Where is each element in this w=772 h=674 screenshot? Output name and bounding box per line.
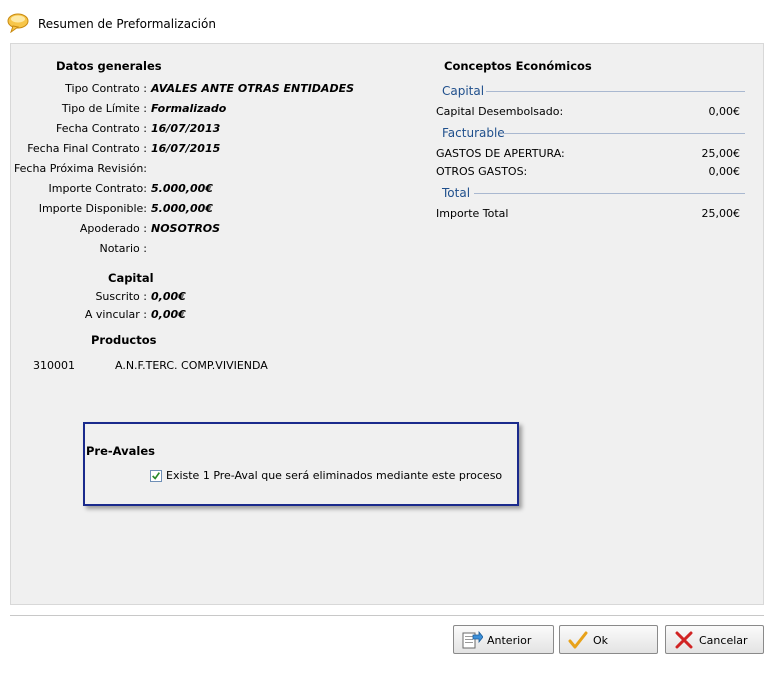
suscrito-label: Suscrito : — [95, 290, 147, 303]
ok-button-label: Ok — [593, 634, 609, 647]
checkmark-icon — [568, 631, 588, 649]
concepto-group-capital: Capital — [442, 84, 485, 98]
divider — [486, 91, 745, 92]
window-title: Resumen de Preformalización — [38, 17, 216, 31]
pre-avales-heading: Pre-Avales — [86, 444, 156, 458]
importe-total-value: 25,00€ — [701, 207, 741, 220]
notario-label: Notario : — [99, 242, 147, 255]
a-vincular-value: 0,00€ — [151, 308, 186, 321]
tipo-contrato-value: AVALES ANTE OTRAS ENTIDADES — [151, 82, 355, 95]
a-vincular-label: A vincular : — [84, 308, 147, 321]
pre-aval-checkbox-label: Existe 1 Pre-Aval que será eliminados me… — [166, 469, 503, 482]
speech-bubble-icon — [7, 13, 29, 33]
pre-avales-box — [83, 422, 519, 506]
tipo-contrato-label: Tipo Contrato : — [65, 82, 147, 95]
apoderado-label: Apoderado : — [79, 222, 147, 235]
fecha-final-label: Fecha Final Contrato : — [27, 142, 147, 155]
importe-contrato-value: 5.000,00€ — [151, 182, 213, 195]
fecha-contrato-label: Fecha Contrato : — [56, 122, 147, 135]
back-document-icon — [462, 630, 483, 649]
concepto-group-facturable: Facturable — [442, 126, 505, 140]
close-icon — [675, 631, 693, 649]
anterior-button-label: Anterior — [487, 634, 532, 647]
ok-button[interactable]: Ok — [559, 625, 658, 654]
capital-desembolsado-label: Capital Desembolsado: — [436, 105, 564, 118]
cancelar-button-label: Cancelar — [699, 634, 748, 647]
concepto-group-total: Total — [442, 186, 471, 200]
datos-generales-heading: Datos generales — [56, 59, 162, 73]
otros-gastos-value: 0,00€ — [708, 165, 741, 178]
fecha-revision-label: Fecha Próxima Revisión: — [13, 162, 147, 175]
fecha-final-value: 16/07/2015 — [151, 142, 221, 155]
capital-heading: Capital — [108, 271, 154, 285]
divider — [474, 193, 745, 194]
importe-contrato-label: Importe Contrato: — [48, 182, 147, 195]
checkmark-icon — [152, 472, 161, 480]
tipo-limite-label: Tipo de Límite : — [61, 102, 147, 115]
anterior-button[interactable]: Anterior — [453, 625, 554, 654]
pre-aval-checkbox[interactable] — [150, 470, 162, 482]
producto-name: A.N.F.TERC. COMP.VIVIENDA — [115, 359, 268, 372]
conceptos-heading: Conceptos Económicos — [444, 59, 592, 73]
importe-total-label: Importe Total — [436, 207, 509, 220]
gastos-apertura-value: 25,00€ — [701, 147, 741, 160]
gastos-apertura-label: GASTOS DE APERTURA: — [436, 147, 565, 160]
divider — [10, 615, 764, 616]
otros-gastos-label: OTROS GASTOS: — [436, 165, 528, 178]
cancelar-button[interactable]: Cancelar — [665, 625, 764, 654]
productos-heading: Productos — [91, 333, 157, 347]
divider — [502, 133, 745, 134]
importe-disponible-label: Importe Disponible: — [38, 202, 147, 215]
importe-disponible-value: 5.000,00€ — [151, 202, 213, 215]
producto-code: 310001 — [33, 359, 75, 372]
tipo-limite-value: Formalizado — [151, 102, 227, 115]
capital-desembolsado-value: 0,00€ — [708, 105, 741, 118]
suscrito-value: 0,00€ — [151, 290, 186, 303]
fecha-contrato-value: 16/07/2013 — [151, 122, 221, 135]
apoderado-value: NOSOTROS — [151, 222, 221, 235]
